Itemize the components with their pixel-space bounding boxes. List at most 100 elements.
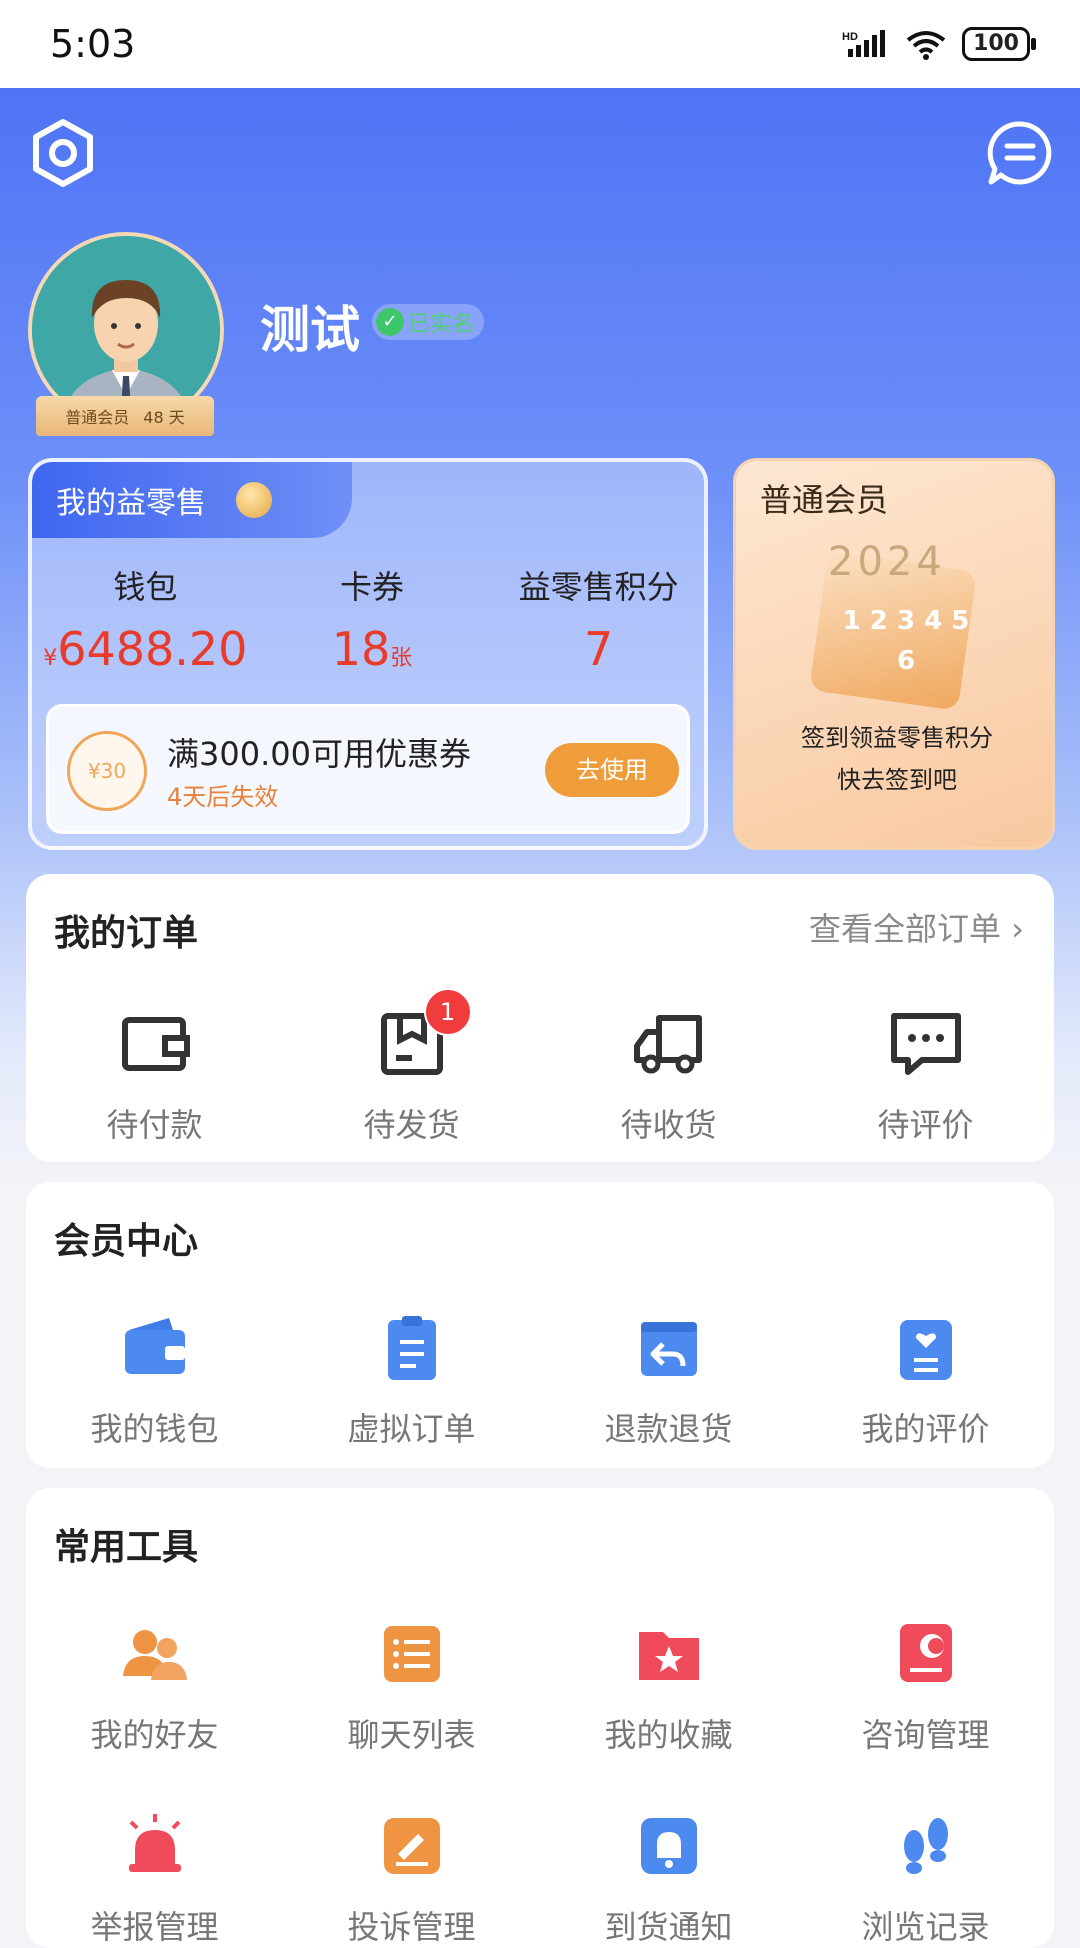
tools-title: 常用工具 [54,1527,199,1568]
coupon-expiry: 4天后失效 [167,783,279,811]
member-center-section: 会员中心 我的钱包 虚拟订单 退款退货 我的评价 [26,1182,1054,1468]
coupon-count: 18 [331,622,391,676]
orders-grid: 待付款 1 待发货 待收货 待评价 [26,988,1054,1146]
tool-label: 我的收藏 [604,1716,733,1754]
tool-chat-list[interactable]: 聊天列表 [283,1614,540,1756]
stat-coupons[interactable]: 卡券 18张 [259,562,486,676]
tool-friends[interactable]: 我的好友 [26,1614,283,1756]
tool-label: 我的好友 [90,1716,219,1754]
member-level-tag: 普通会员 48 天 [36,396,214,436]
member-item-label: 退款退货 [604,1410,733,1448]
tool-reports[interactable]: 举报管理 [26,1806,283,1948]
coupon-title: 满300.00可用优惠券 [167,735,471,773]
order-label: 待付款 [106,1106,203,1144]
battery-indicator: 100 [962,27,1036,61]
clipboard-icon [387,1316,436,1380]
tool-label: 聊天列表 [347,1716,476,1754]
tool-label: 到货通知 [604,1908,733,1946]
order-pending-payment[interactable]: 待付款 [26,1004,283,1146]
tool-consult[interactable]: 咨询管理 [797,1614,1054,1756]
my-reviews-item[interactable]: 我的评价 [797,1308,1054,1450]
wifi-icon [906,31,946,60]
stat-label: 益零售积分 [518,568,679,606]
member-signin-card[interactable]: 普通会员 2024 1 2 3 4 5 6 签到领益零售积分 快去签到吧 [733,458,1055,850]
member-center-title: 会员中心 [54,1221,199,1262]
stat-value: ¥6488.20 [32,622,259,676]
tool-label: 咨询管理 [861,1716,990,1754]
coupon-row[interactable]: ¥30 满300.00可用优惠券 4天后失效 去使用 [46,704,690,834]
coupon-unit: 张 [390,646,413,671]
member-card-title: 普通会员 [760,481,889,519]
status-time: 5:03 [50,22,136,66]
wallet-icon [124,1318,185,1374]
bell-icon [640,1818,697,1874]
star-folder-icon [638,1632,699,1680]
order-label: 待发货 [363,1106,460,1144]
footprint-icon [903,1818,948,1874]
view-all-orders-link[interactable]: 查看全部订单 › [809,904,1024,950]
tools-grid-row2: 举报管理 投诉管理 到货通知 浏览记录 [26,1806,1054,1948]
tool-label: 投诉管理 [347,1908,476,1946]
calendar-numbers: 1 2 3 4 5 6 [842,606,970,676]
tool-favorites[interactable]: 我的收藏 [540,1614,797,1756]
member-card-desc: 签到领益零售积分 快去签到吧 [736,717,1058,801]
use-coupon-button[interactable]: 去使用 [545,743,679,797]
order-label: 待收货 [620,1106,717,1144]
tool-complaints[interactable]: 投诉管理 [283,1806,540,1948]
status-bar: 5:03 HD 100 [0,0,1080,88]
wallet-card-tab: 我的益零售 [32,462,352,538]
wallet-card-title: 我的益零售 [56,486,206,521]
refund-icon [640,1322,697,1376]
order-pending-receipt[interactable]: 待收货 [540,1004,797,1146]
friends-icon [122,1630,187,1680]
settings-hex-icon [33,119,93,187]
check-icon: ✓ [376,308,404,336]
refund-return-item[interactable]: 退款退货 [540,1308,797,1450]
tool-arrival-notice[interactable]: 到货通知 [540,1806,797,1948]
coin-icon [236,482,272,518]
settings-button[interactable] [28,118,98,188]
wallet-stats: 钱包 ¥6488.20 卡券 18张 益零售积分 7 [32,562,704,676]
svg-text:HD: HD [842,31,858,43]
message-button[interactable] [985,118,1055,188]
orders-section: 我的订单 查看全部订单 › 待付款 1 待发货 待收货 待评价 [26,874,1054,1162]
complaint-icon [383,1818,440,1874]
stat-value: 7 [485,622,704,676]
tool-label: 举报管理 [90,1908,219,1946]
wallet-balance: 6488.20 [57,622,248,676]
consult-icon [899,1624,952,1682]
order-pending-review[interactable]: 待评价 [797,1004,1054,1146]
wallet-card[interactable]: 我的益零售 钱包 ¥6488.20 卡券 18张 益零售积分 7 ¥30 满30… [28,458,708,850]
member-item-label: 我的评价 [861,1410,990,1448]
verified-label: 已实名 [408,312,475,337]
stat-wallet[interactable]: 钱包 ¥6488.20 [32,562,259,676]
order-label: 待评价 [877,1106,974,1144]
user-name: 测试 [260,301,360,359]
calendar-rings: 2024 [828,539,946,585]
member-days: 48 天 [143,408,185,427]
stat-points[interactable]: 益零售积分 7 [485,562,704,676]
coupon-icon: ¥30 [67,731,147,811]
member-center-grid: 我的钱包 虚拟订单 退款退货 我的评价 [26,1308,1054,1450]
stat-label: 卡券 [340,568,405,606]
orders-title: 我的订单 [54,913,199,954]
tools-section: 常用工具 我的好友 聊天列表 我的收藏 咨询管理 举报管理 投诉管理 到货通知 … [26,1488,1054,1948]
virtual-orders-item[interactable]: 虚拟订单 [283,1308,540,1450]
tools-grid-row1: 我的好友 聊天列表 我的收藏 咨询管理 [26,1614,1054,1756]
comment-outline-icon [890,1013,961,1075]
order-pending-shipment[interactable]: 1 待发货 [283,988,540,1146]
member-item-label: 我的钱包 [90,1410,219,1448]
member-desc-line1: 签到领益零售积分 [801,724,993,752]
truck-outline-icon [633,1015,702,1074]
status-icons: HD 100 [842,27,1036,61]
wallet-outline-icon [121,1017,190,1071]
order-badge: 1 [423,988,472,1036]
member-item-label: 虚拟订单 [347,1410,476,1448]
stat-value: 18张 [259,622,486,676]
member-wallet-item[interactable]: 我的钱包 [26,1308,283,1450]
chat-bubble-icon [987,121,1052,185]
alarm-icon [128,1814,181,1872]
tool-history[interactable]: 浏览记录 [797,1806,1054,1948]
signal-icon: HD [842,30,886,57]
tool-label: 浏览记录 [861,1908,990,1946]
